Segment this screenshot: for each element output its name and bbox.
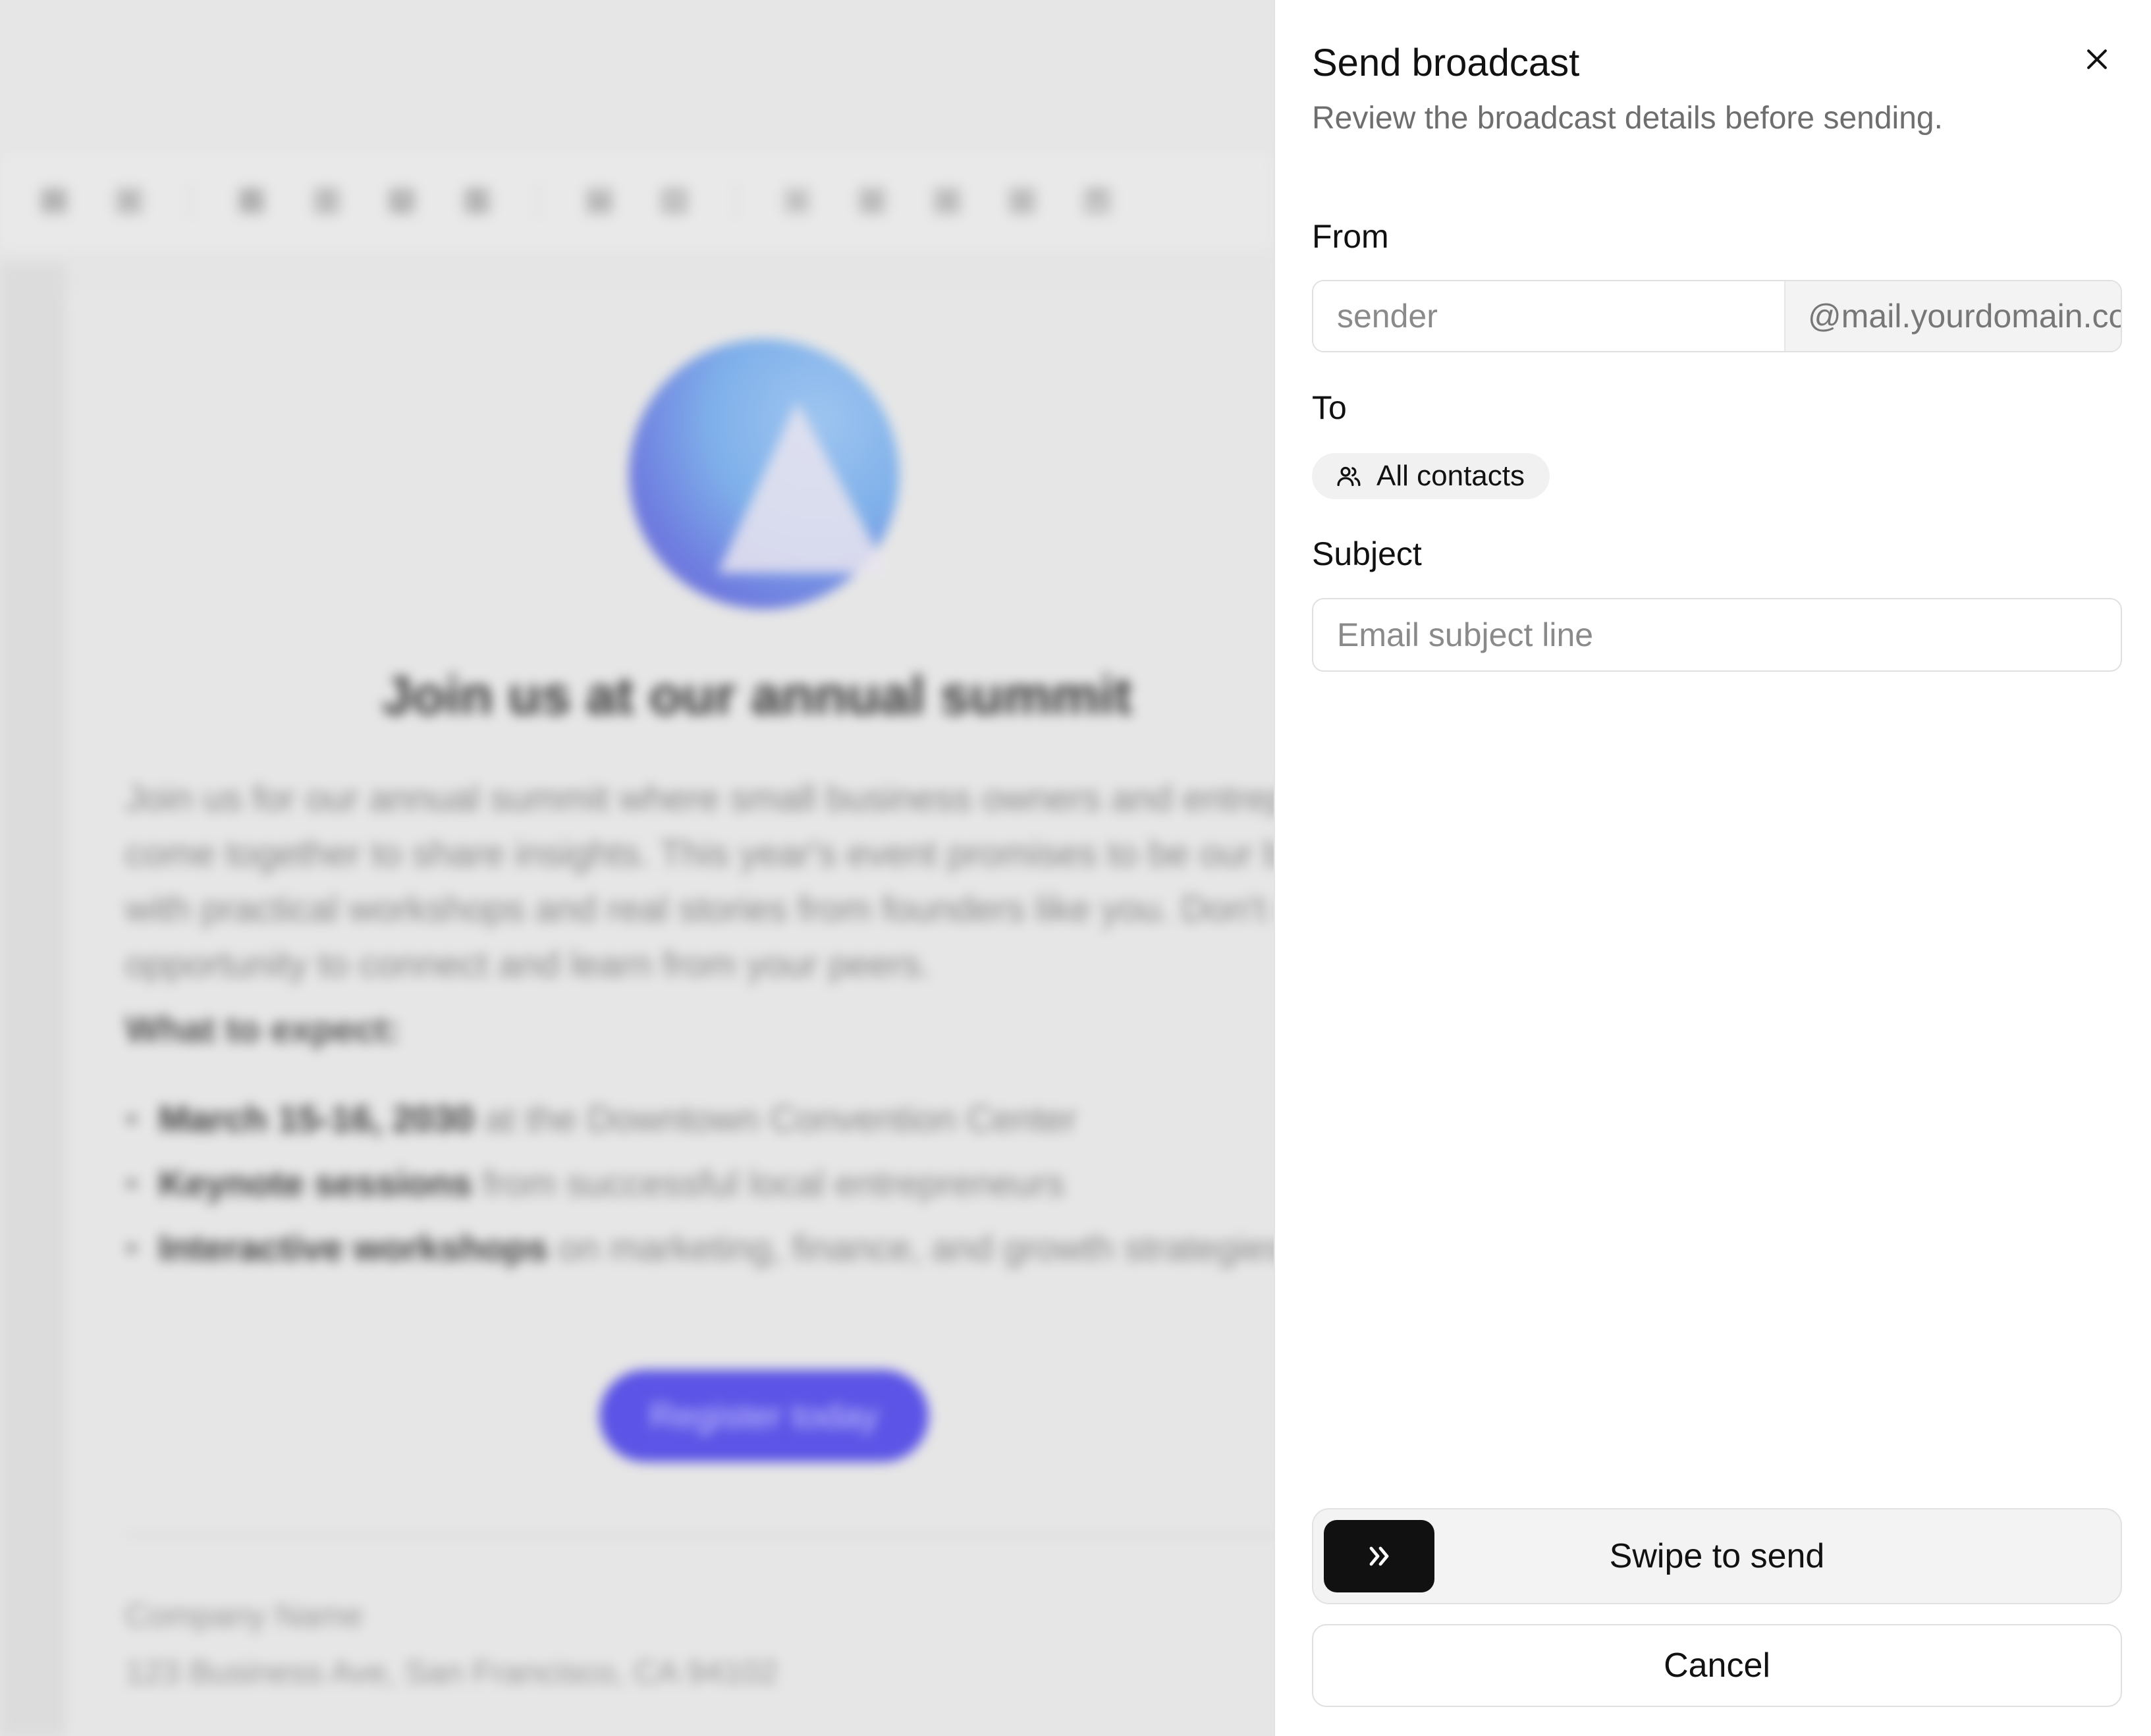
link-icon: ∞: [585, 186, 614, 215]
heading-icon: H: [40, 186, 68, 215]
align-center-icon: ≡: [858, 186, 886, 215]
close-icon: [2087, 49, 2107, 69]
email-bullet-list: • March 15-16, 2030 at the Downtown Conv…: [125, 1087, 1274, 1280]
strikethrough-icon: S: [462, 186, 491, 215]
image-icon: □: [660, 186, 689, 215]
list-item-bold: March 15-16, 2030: [158, 1098, 475, 1139]
users-icon: [1337, 466, 1361, 486]
to-label: To: [1312, 389, 1347, 426]
list-item-bold: Keynote sessions: [158, 1162, 472, 1204]
align-left-icon: ≡: [782, 186, 811, 215]
email-editor-background: H + B I U S ∞ □ ≡ ≡ ≡ ≡ “ Join us at our…: [0, 0, 1274, 1736]
list-item-text: from successful local entrepreneurs: [472, 1162, 1065, 1204]
editor-toolbar: H + B I U S ∞ □ ≡ ≡ ≡ ≡ “: [0, 151, 1274, 250]
email-footer: Company Name 123 Business Ave, San Franc…: [125, 1587, 778, 1700]
underline-icon: U: [387, 186, 416, 215]
email-section-heading: What to expect:: [125, 1008, 400, 1050]
list-item: • March 15-16, 2030 at the Downtown Conv…: [125, 1098, 1077, 1139]
align-justify-icon: ≡: [1008, 186, 1037, 215]
editor-topbar: [0, 0, 1274, 138]
close-button[interactable]: [2077, 40, 2117, 79]
toolbar-divider: [190, 182, 191, 219]
editor-gutter: [0, 263, 66, 1736]
editor-blur-layer: H + B I U S ∞ □ ≡ ≡ ≡ ≡ “ Join us at our…: [0, 0, 1274, 1736]
recipients-chip-label: All contacts: [1376, 460, 1525, 492]
list-item-text: at the Downtown Convention Center: [474, 1098, 1077, 1139]
footer-company: Company Name: [125, 1597, 364, 1634]
toolbar-divider: [735, 182, 736, 219]
plus-icon: +: [115, 186, 144, 215]
cancel-button[interactable]: Cancel: [1312, 1624, 2122, 1707]
email-title: Join us at our annual summit: [382, 666, 1133, 726]
sender-input[interactable]: [1313, 281, 1784, 351]
from-field: @mail.yourdomain.com: [1312, 280, 2122, 352]
bold-icon: B: [237, 186, 266, 215]
email-divider: [125, 1534, 1274, 1536]
recipients-chip[interactable]: All contacts: [1312, 453, 1550, 499]
italic-icon: I: [312, 186, 341, 215]
subject-input[interactable]: [1312, 598, 2122, 672]
swipe-to-send-slider[interactable]: Swipe to send: [1312, 1508, 2122, 1604]
email-cta-button: Register today: [599, 1370, 929, 1462]
list-item-text: on marketing, finance, and growth strate…: [548, 1227, 1274, 1268]
subject-label: Subject: [1312, 535, 1422, 572]
list-item: • Interactive workshops on marketing, fi…: [125, 1216, 1274, 1280]
send-broadcast-panel: Send broadcast Review the broadcast deta…: [1274, 0, 2151, 1736]
list-item-bold: Interactive workshops: [158, 1227, 549, 1268]
panel-subtitle: Review the broadcast details before send…: [1312, 101, 1943, 136]
quote-icon: “: [1083, 186, 1112, 215]
email-paragraph: Join us for our annual summit where smal…: [125, 777, 1274, 985]
hero-image-mountain: [718, 402, 889, 573]
from-label: From: [1312, 218, 1389, 255]
footer-address: 123 Business Ave, San Francisco, CA 9410…: [125, 1654, 778, 1691]
list-item: • Keynote sessions from successful local…: [125, 1162, 1065, 1204]
sender-domain-suffix: @mail.yourdomain.com: [1784, 281, 2121, 351]
toolbar-divider: [537, 182, 539, 219]
chevrons-right-icon: [1369, 1546, 1389, 1566]
align-right-icon: ≡: [933, 186, 962, 215]
panel-title: Send broadcast: [1312, 41, 1580, 84]
email-document: Join us at our annual summit Join us for…: [66, 296, 1274, 1736]
swipe-handle[interactable]: [1324, 1520, 1434, 1592]
